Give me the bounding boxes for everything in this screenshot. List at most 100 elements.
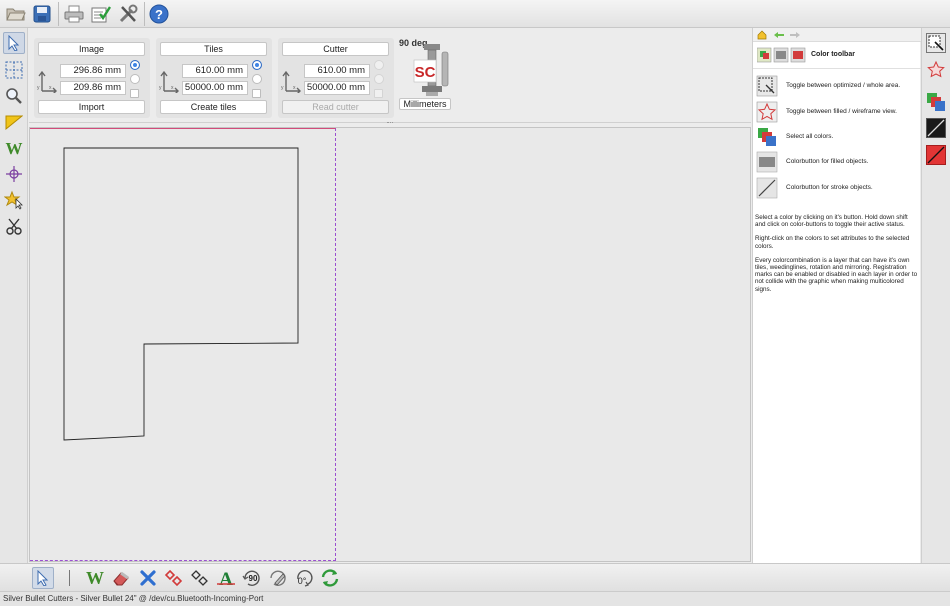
tiles-radio-2[interactable]: [252, 74, 262, 84]
filled-wireframe-star-icon: [756, 101, 778, 123]
open-folder-icon[interactable]: [4, 3, 28, 25]
zoom-icon[interactable]: [3, 85, 25, 107]
row-stroke-color: Colorbutton for stroke objects.: [756, 177, 918, 199]
tiles-group: Tiles yx 610.00 mm 50000.00 mm Create ti…: [156, 38, 272, 118]
forward-arrow-icon[interactable]: [789, 31, 801, 39]
image-group: Image yx 296.86 mm 209.86 mm Import: [34, 38, 150, 118]
cutter-radio-1[interactable]: [374, 60, 384, 70]
svg-text:x: x: [171, 85, 174, 91]
cutter-checkbox[interactable]: [374, 89, 383, 98]
color-buttons-strip-icon: [757, 47, 806, 63]
checklist-icon[interactable]: [89, 3, 113, 25]
registration-crosshair-icon[interactable]: [3, 163, 25, 185]
create-tiles-button[interactable]: Create tiles: [160, 100, 267, 114]
toolbar-separator: [58, 2, 59, 26]
image-width-field[interactable]: 296.86 mm: [60, 64, 126, 78]
svg-text:W: W: [86, 569, 104, 587]
save-disk-icon[interactable]: [30, 3, 54, 25]
svg-text:y: y: [159, 85, 162, 91]
optimize-area-icon[interactable]: [925, 32, 947, 54]
text-a-icon[interactable]: A: [215, 567, 237, 589]
red-stroke-color-icon[interactable]: [925, 144, 947, 166]
pointer-icon[interactable]: [32, 567, 54, 589]
settings-panel: Image yx 296.86 mm 209.86 mm Import Tile…: [29, 28, 751, 123]
help-text: Select a color by clicking on it's butto…: [755, 214, 919, 300]
cutter-title: Cutter: [282, 42, 389, 56]
color-toolbar-header: Color toolbar: [753, 43, 921, 69]
help-icon[interactable]: ?: [147, 3, 171, 25]
cutter-width-field[interactable]: 610.00 mm: [304, 64, 370, 78]
delete-x-icon[interactable]: [137, 567, 159, 589]
svg-text:y: y: [37, 85, 40, 91]
svg-text:y: y: [281, 85, 284, 91]
red-diamonds-icon[interactable]: [163, 567, 185, 589]
select-arrow-icon[interactable]: [3, 32, 25, 54]
help-paragraph: Select a color by clicking on it's butto…: [755, 214, 908, 229]
weed-w-icon[interactable]: W: [3, 137, 25, 159]
stroke-color-button-icon: [756, 177, 778, 199]
row-text: Colorbutton for filled objects.: [786, 158, 869, 165]
canvas[interactable]: [29, 127, 751, 562]
panel-resize-grip[interactable]: [387, 122, 393, 124]
row-filled-wireframe: Toggle between filled / wireframe view.: [756, 101, 918, 123]
tiles-width-field[interactable]: 610.00 mm: [182, 64, 248, 78]
row-text: Toggle between filled / wireframe view.: [786, 108, 897, 115]
optimize-area-icon: [756, 75, 778, 97]
import-button[interactable]: Import: [38, 100, 145, 114]
svg-text:x: x: [49, 85, 52, 91]
separator-line: [69, 570, 70, 586]
tools-icon[interactable]: [116, 3, 140, 25]
filled-color-button-icon: [756, 151, 778, 173]
home-icon[interactable]: [757, 30, 767, 40]
scissors-icon[interactable]: [3, 216, 25, 238]
row-text: Colorbutton for stroke objects.: [786, 184, 873, 191]
cutter-radio-2[interactable]: [374, 74, 384, 84]
wireframe-star-icon[interactable]: [925, 59, 947, 81]
tiles-height-field[interactable]: 50000.00 mm: [182, 81, 248, 95]
sc-cutter-logo[interactable]: SC: [412, 42, 452, 98]
sc-logo-text: SC: [415, 64, 436, 81]
image-radio-2[interactable]: [130, 74, 140, 84]
image-title: Image: [38, 42, 145, 56]
units-button[interactable]: Millimeters: [399, 98, 451, 110]
read-cutter-button[interactable]: Read cutter: [282, 100, 389, 114]
rotate-0-icon[interactable]: 0°: [293, 567, 315, 589]
dimension-axes-icon: yx: [281, 70, 301, 93]
image-radio-1[interactable]: [130, 60, 140, 70]
row-text: Toggle between optimized / whole area.: [786, 82, 901, 89]
svg-text:?: ?: [155, 7, 163, 22]
image-checkbox[interactable]: [130, 89, 139, 98]
select-all-colors-icon: [758, 128, 776, 146]
dimension-axes-icon: yx: [159, 70, 179, 93]
refresh-icon[interactable]: [319, 567, 341, 589]
black-stroke-color-icon[interactable]: [925, 117, 947, 139]
print-icon[interactable]: [62, 3, 86, 25]
ruler-icon[interactable]: [3, 111, 25, 133]
back-arrow-icon[interactable]: [773, 31, 785, 39]
cutter-height-field[interactable]: 50000.00 mm: [304, 81, 370, 95]
dimension-axes-icon: yx: [37, 70, 57, 93]
star-select-icon[interactable]: [3, 189, 25, 211]
tile-selection-icon[interactable]: [3, 59, 25, 81]
design-shape[interactable]: [30, 128, 340, 448]
row-optimize-area: Toggle between optimized / whole area.: [756, 75, 918, 97]
row-text: Select all colors.: [786, 133, 834, 140]
tiles-radio-1[interactable]: [252, 60, 262, 70]
help-paragraph: Every colorcombination is a layer that c…: [755, 256, 918, 293]
tiles-checkbox[interactable]: [252, 89, 261, 98]
rotate-pen-icon[interactable]: [267, 567, 289, 589]
panel-nav: [753, 28, 921, 42]
image-height-field[interactable]: 209.86 mm: [60, 81, 126, 95]
eraser-icon[interactable]: [110, 567, 132, 589]
select-all-colors-icon[interactable]: [925, 91, 947, 113]
outline-diamonds-icon[interactable]: [189, 567, 211, 589]
rotate-90-label: 90: [249, 574, 258, 583]
svg-text:x: x: [293, 85, 296, 91]
status-bar: Silver Bullet Cutters - Silver Bullet 24…: [0, 591, 950, 606]
help-paragraph: Right-click on the colors to set attribu…: [755, 235, 910, 250]
svg-text:W: W: [6, 140, 23, 156]
bottom-toolbar: W A 90 0°: [0, 563, 950, 591]
row-filled-color: Colorbutton for filled objects.: [756, 151, 918, 173]
rotate-90-icon[interactable]: 90: [241, 567, 263, 589]
weed-w-icon[interactable]: W: [84, 567, 106, 589]
